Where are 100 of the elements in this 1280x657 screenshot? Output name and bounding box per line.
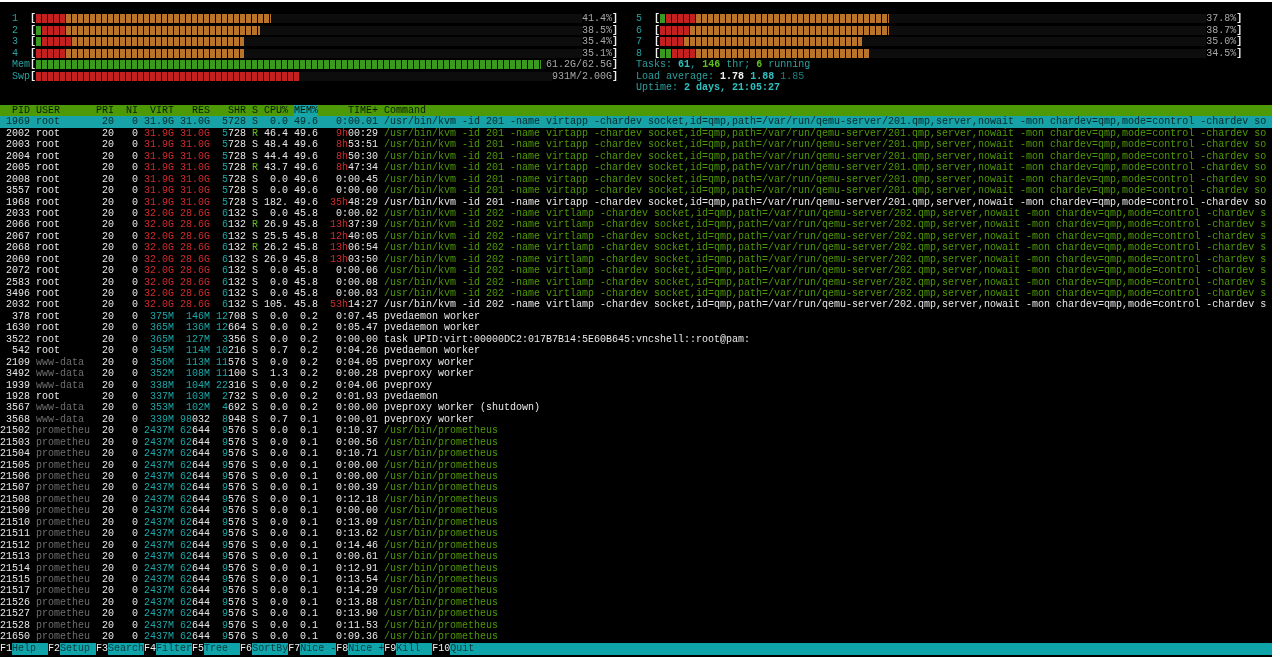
process-row[interactable]: 2003 root 20 0 31.9G 31.0G 5728 S 48.4 49.6 8h53:51 /usr/bin/kvm -id 201 -name virtapp -chardev socket,id=qmp,path=/var/run/qemu-server/201.qmp,server,nowait -mon chardev=qmp,mode=control -chardev so [0,139,1272,151]
table-cell: S [252,596,258,609]
process-row[interactable]: 21513 prometheu 20 0 2437M 62644 9576 S 0.0 0.1 0:00.61 /usr/bin/prometheus [0,551,1272,563]
column-header[interactable]: Command [384,105,1272,117]
process-row[interactable]: 2005 root 20 0 31.9G 31.0G 5728 R 43.7 49.6 8h47:34 /usr/bin/kvm -id 201 -name virtapp -chardev socket,id=qmp,path=/var/run/qemu-server/201.qmp,server,nowait -mon chardev=qmp,mode=control -chardev so [0,162,1272,174]
process-row[interactable]: 2033 root 20 0 32.0G 28.6G 6132 S 0.0 45.8 0:00.02 /usr/bin/kvm -id 202 -name virtlamp -chardev socket,id=qmp,path=/var/run/qemu-server/202.qmp,server,nowait -mon chardev=qmp,mode=control -chardev s [0,208,1272,220]
process-row[interactable]: 3557 root 20 0 31.9G 31.0G 5728 S 0.0 49.6 0:00.00 /usr/bin/kvm -id 201 -name virtapp -chardev socket,id=qmp,path=/var/run/qemu-server/201.qmp,server,nowait -mon chardev=qmp,mode=control -chardev so [0,185,1272,197]
process-row[interactable]: 21511 prometheu 20 0 2437M 62644 9576 S 0.0 0.1 0:13.62 /usr/bin/prometheus [0,528,1272,540]
table-cell-text: 20 [101,413,114,426]
table-cell: 2437M [144,471,174,483]
process-row[interactable]: 1630 root 20 0 365M 136M 12664 S 0.0 0.2 0:05.47 pvedaemon worker [0,322,1272,334]
process-row[interactable]: 2066 root 20 0 32.0G 28.6G 6132 R 26.9 45.8 13h37:39 /usr/bin/kvm -id 202 -name virtlamp -chardev socket,id=qmp,path=/var/run/qemu-server/202.qmp,server,nowait -mon chardev=qmp,mode=control -chardev s [0,219,1272,231]
process-row[interactable]: 21650 prometheu 20 0 2437M 62644 9576 S 0.0 0.1 0:09.36 /usr/bin/prometheus [0,631,1272,643]
table-cell: S [252,631,258,643]
table-cell-text: 0.2 [299,356,318,369]
table-cell-text: 20 [101,368,114,380]
table-cell-text: 0 [131,333,138,346]
table-cell-text: root [36,288,61,300]
process-row[interactable]: 21506 prometheu 20 0 2437M 62644 9576 S 0.0 0.1 0:00.00 /usr/bin/prometheus [0,471,1272,483]
process-row[interactable]: 2067 root 20 0 32.0G 28.6G 6132 S 25.5 45.8 12h40:05 /usr/bin/kvm -id 202 -name virtlamp -chardev socket,id=qmp,path=/var/run/qemu-server/202.qmp,server,nowait -mon chardev=qmp,mode=control -chardev s [0,230,1272,243]
process-row[interactable]: 21505 prometheu 20 0 2437M 62644 9576 S 0.0 0.1 0:00.00 /usr/bin/prometheus [0,459,1272,472]
column-header[interactable]: USER [36,105,90,117]
table-cell-text: /usr/bin/prometheus [384,631,500,643]
table-cell-text: prometheu [36,516,90,528]
process-row[interactable]: 21526 prometheu 20 0 2437M 62644 9576 S 0.0 0.1 0:13.88 /usr/bin/prometheus [0,596,1272,609]
process-row[interactable]: 21512 prometheu 20 0 2437M 62644 9576 S 0.0 0.1 0:14.46 /usr/bin/prometheus [0,539,1272,552]
column-header[interactable]: PRI [96,105,114,117]
process-row[interactable]: 1939 www-data 20 0 338M 104M 22316 S 0.0 0.2 0:04.06 pveproxy [0,379,1272,391]
table-cell: S [252,471,258,483]
process-row[interactable]: 2583 root 20 0 32.0G 28.6G 6132 S 0.0 45.8 0:00.08 /usr/bin/kvm -id 202 -name virtlamp -chardev socket,id=qmp,path=/var/run/qemu-server/202.qmp,server,nowait -mon chardev=qmp,mode=control -chardev s [0,276,1272,289]
table-cell: 12708 [216,310,246,323]
table-cell-text: 1939 [5,379,30,391]
process-row[interactable]: 21517 prometheu 20 0 2437M 62644 9576 S 0.0 0.1 0:14.29 /usr/bin/prometheus [0,585,1272,597]
table-cell: prometheu [36,425,90,437]
process-row[interactable]: 2032 root 20 0 32.0G 28.6G 6132 S 105. 45.8 53h14:27 /usr/bin/kvm -id 202 -name virtlamp -chardev socket,id=qmp,path=/var/run/qemu-server/202.qmp,server,nowait -mon chardev=qmp,mode=control -chardev s [0,299,1272,311]
table-cell-text: 0.1 [299,505,318,517]
process-row[interactable]: 1969 root 20 0 31.9G 31.0G 5728 S 0.0 49.6 0:00.01 /usr/bin/kvm -id 201 -name virtapp -chardev socket,id=qmp,path=/var/run/qemu-server/201.qmp,server,nowait -mon chardev=qmp,mode=control -chardev so [0,116,1272,128]
table-cell-text: 338M [149,379,174,391]
process-row[interactable]: 3492 www-data 20 0 352M 108M 11100 S 1.3 0.2 0:00.28 pveproxy worker [0,368,1272,380]
process-row[interactable]: 542 root 20 0 345M 114M 10216 S 0.7 0.2 0:04.26 pvedaemon worker [0,345,1272,357]
process-row[interactable]: 2068 root 20 0 32.0G 28.6G 6132 R 26.2 45.8 13h06:54 /usr/bin/kvm -id 202 -name virtlamp -chardev socket,id=qmp,path=/var/run/qemu-server/202.qmp,server,nowait -mon chardev=qmp,mode=control -chardev s [0,242,1272,254]
process-row[interactable]: 2002 root 20 0 31.9G 31.0G 5728 R 46.4 49.6 9h00:29 /usr/bin/kvm -id 201 -name virtapp -chardev socket,id=qmp,path=/var/run/qemu-server/201.qmp,server,nowait -mon chardev=qmp,mode=control -chardev so [0,127,1272,140]
process-row[interactable]: 21515 prometheu 20 0 2437M 62644 9576 S 0.0 0.1 0:13.54 /usr/bin/prometheus [0,574,1272,586]
table-cell: 49.6 [294,196,318,208]
table-cell-text: 0.0 [269,333,288,346]
column-header[interactable]: NI [120,105,138,117]
process-row[interactable]: 2069 root 20 0 32.0G 28.6G 6132 S 26.9 45.8 13h03:50 /usr/bin/kvm -id 202 -name virtlamp -chardev socket,id=qmp,path=/var/run/qemu-server/202.qmp,server,nowait -mon chardev=qmp,mode=control -chardev s [0,253,1272,266]
table-cell: S [252,265,258,277]
process-row[interactable]: 1928 root 20 0 337M 103M 2732 S 0.0 0.2 0:01.93 pvedaemon [0,391,1272,403]
column-header[interactable]: CPU% [264,105,288,117]
table-cell-text: 0 [131,425,138,437]
table-cell: 2437M [144,619,174,632]
table-cell-text: 0.0 [269,276,288,289]
process-row[interactable]: 21527 prometheu 20 0 2437M 62644 9576 S 0.0 0.1 0:13.90 /usr/bin/prometheus [0,608,1272,620]
table-cell-text: 9576 [220,562,246,574]
process-row[interactable]: 21510 prometheu 20 0 2437M 62644 9576 S 0.0 0.1 0:13.09 /usr/bin/prometheus [0,516,1272,529]
column-header[interactable]: PID [0,105,30,117]
process-row[interactable]: 21528 prometheu 20 0 2437M 62644 9576 S 0.0 0.1 0:11.53 /usr/bin/prometheus [0,619,1272,632]
table-cell: 31.9G [144,173,174,186]
bracket: [ [30,59,36,71]
process-row[interactable]: 21504 prometheu 20 0 2437M 62644 9576 S 0.0 0.1 0:10.71 /usr/bin/prometheus [0,448,1272,460]
table-cell-text: root [36,150,61,163]
process-row[interactable]: 2109 www-data 20 0 356M 113M 11576 S 0.0 0.2 0:04.05 pveproxy worker [0,356,1272,369]
process-row[interactable]: 2004 root 20 0 31.9G 31.0G 5728 S 44.4 49.6 8h50:30 /usr/bin/kvm -id 201 -name virtapp -chardev socket,id=qmp,path=/var/run/qemu-server/201.qmp,server,nowait -mon chardev=qmp,mode=control -chardev so [0,150,1272,163]
process-row[interactable]: 3522 root 20 0 365M 127M 3356 S 0.0 0.2 0:00.00 task UPID:virt:00000DC2:017B7B14:5E60B645:vncshell::root@pam: [0,333,1272,346]
process-row[interactable]: 3496 root 20 0 32.0G 28.6G 6132 S 0.0 45.8 0:00.03 /usr/bin/kvm -id 202 -name virtlamp -chardev socket,id=qmp,path=/var/run/qemu-server/202.qmp,server,nowait -mon chardev=qmp,mode=control -chardev s [0,288,1272,300]
process-row[interactable]: 21503 prometheu 20 0 2437M 62644 9576 S 0.0 0.1 0:00.56 /usr/bin/prometheus [0,436,1272,449]
table-cell: 26.9 [264,253,288,266]
table-cell: 28.6G [180,208,210,220]
table-cell-text: 0 [131,208,138,220]
process-row[interactable]: 1968 root 20 0 31.9G 31.0G 5728 S 182. 49.6 35h48:29 /usr/bin/kvm -id 201 -name virtapp -chardev socket,id=qmp,path=/var/run/qemu-server/201.qmp,server,nowait -mon chardev=qmp,mode=control -chardev so [0,196,1272,208]
table-cell: 62644 [180,574,210,586]
table-cell-text: 0:00.06 [335,265,378,277]
column-header[interactable]: S [252,105,258,117]
table-cell: 32.0G [144,242,174,254]
process-row[interactable]: 21502 prometheu 20 0 2437M 62644 9576 S 0.0 0.1 0:10.37 /usr/bin/prometheus [0,425,1272,437]
column-header[interactable]: RES [180,105,210,117]
table-cell-text: /usr/bin/prometheus [384,505,500,517]
column-header[interactable]: TIME+ [324,105,378,117]
table-cell-text: 0 [131,631,138,643]
table-cell-text: 53h14:27 [328,299,378,311]
process-row[interactable]: 21514 prometheu 20 0 2437M 62644 9576 S 0.0 0.1 0:12.91 /usr/bin/prometheus [0,562,1272,574]
table-cell-text: root [36,185,61,197]
table-cell: 62644 [180,562,210,574]
process-row[interactable]: 2008 root 20 0 31.9G 31.0G 5728 S 0.0 49.6 0:00.45 /usr/bin/kvm -id 201 -name virtapp -chardev socket,id=qmp,path=/var/run/qemu-server/201.qmp,server,nowait -mon chardev=qmp,mode=control -chardev so [0,173,1272,186]
process-row[interactable]: 378 root 20 0 375M 146M 12708 S 0.0 0.2 0:07.45 pvedaemon worker [0,310,1272,323]
table-cell: 46.4 [264,127,288,140]
process-row[interactable]: 21507 prometheu 20 0 2437M 62644 9576 S 0.0 0.1 0:00.39 /usr/bin/prometheus [0,482,1272,494]
column-header[interactable]: MEM% [294,105,318,117]
process-row[interactable]: 2072 root 20 0 32.0G 28.6G 6132 S 0.0 45.8 0:00.06 /usr/bin/kvm -id 202 -name virtlamp -chardev socket,id=qmp,path=/var/run/qemu-server/202.qmp,server,nowait -mon chardev=qmp,mode=control -chardev s [0,265,1272,277]
column-header[interactable]: SHR [216,105,246,117]
table-cell: S [252,310,258,323]
table-cell: prometheu [36,562,90,574]
process-row[interactable]: 3567 www-data 20 0 353M 102M 4692 S 0.0 0.2 0:00.00 pveproxy worker (shutdown) [0,402,1272,414]
process-row[interactable]: 3568 www-data 20 0 339M 98032 8948 S 0.7 0.1 0:00.01 pveproxy worker [0,413,1272,426]
process-row[interactable]: 21508 prometheu 20 0 2437M 62644 9576 S 0.0 0.1 0:12.18 /usr/bin/prometheus [0,493,1272,506]
column-header[interactable]: VIRT [144,105,174,117]
table-cell-text: 0.1 [299,551,318,563]
process-row[interactable]: 21509 prometheu 20 0 2437M 62644 9576 S 0.0 0.1 0:00.00 /usr/bin/prometheus [0,505,1272,517]
table-cell-text: 2067 [5,230,30,243]
